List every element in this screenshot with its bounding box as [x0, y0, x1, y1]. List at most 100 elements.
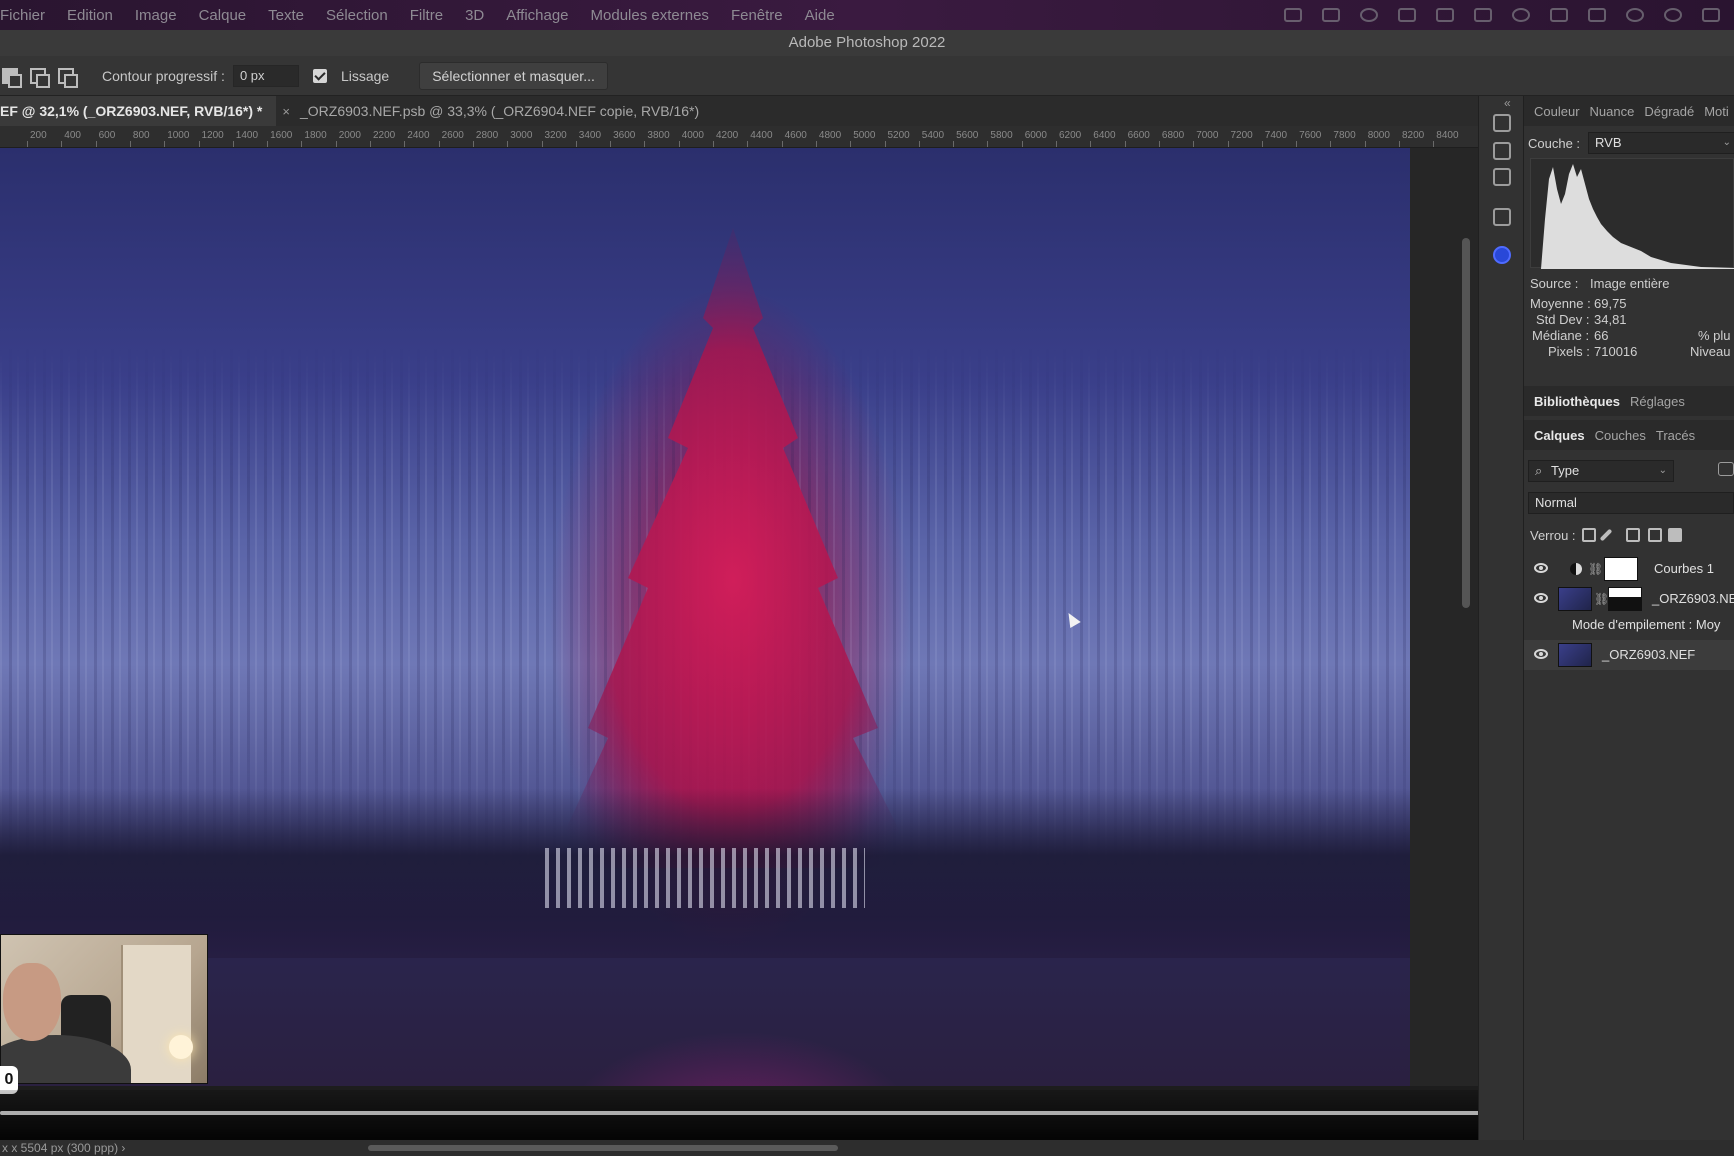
- menu-modules-externes[interactable]: Modules externes: [591, 7, 709, 24]
- layer-thumbnail[interactable]: [1558, 587, 1592, 611]
- eye-icon[interactable]: [1534, 563, 1548, 573]
- ruler-tick-mark: [541, 141, 543, 147]
- tab-calques[interactable]: Calques: [1534, 428, 1585, 443]
- layer-name[interactable]: _ORZ6903.NEF: [1602, 647, 1695, 662]
- layer-row[interactable]: ⛓ _ORZ6903.NE: [1524, 584, 1734, 614]
- ruler-tick-mark: [781, 141, 783, 147]
- ruler-tick-mark: [1296, 141, 1298, 147]
- hand-icon[interactable]: [1493, 142, 1511, 160]
- grid-icon[interactable]: [1474, 8, 1492, 22]
- lock-position-icon[interactable]: [1626, 528, 1640, 542]
- menu-filtre[interactable]: Filtre: [410, 7, 443, 24]
- tab-traces[interactable]: Tracés: [1656, 428, 1695, 443]
- lock-transparency-icon[interactable]: [1582, 528, 1596, 542]
- ruler-tick-label: 1400: [235, 130, 259, 141]
- color-panel-tabs: Couleur Nuance Dégradé Moti: [1524, 96, 1734, 126]
- tab-motif[interactable]: Moti: [1704, 104, 1729, 119]
- new-selection-icon[interactable]: [2, 67, 22, 88]
- antialias-checkbox[interactable]: [312, 68, 327, 83]
- horizontal-scrollbar[interactable]: [368, 1145, 838, 1151]
- histogram-icon[interactable]: [1493, 246, 1511, 264]
- comment-icon[interactable]: [1493, 168, 1511, 186]
- subtract-selection-icon[interactable]: [58, 67, 78, 88]
- user-icon[interactable]: [1436, 8, 1454, 22]
- status-chevron-icon[interactable]: ›: [121, 1141, 125, 1155]
- eye-icon[interactable]: [1534, 649, 1548, 659]
- tab-degrade[interactable]: Dégradé: [1644, 104, 1694, 119]
- ruler-tick-label: 5600: [956, 130, 979, 141]
- collapse-panels-icon[interactable]: «: [1504, 96, 1511, 110]
- ruler-tick-label: 800: [132, 130, 150, 141]
- canvas-area[interactable]: [0, 148, 1478, 1086]
- add-selection-icon[interactable]: [30, 67, 50, 88]
- tab-couleur[interactable]: Couleur: [1534, 104, 1580, 119]
- close-icon[interactable]: ×: [276, 104, 300, 119]
- status-bar: x x 5504 px (300 ppp) ›: [0, 1140, 1734, 1156]
- video-progress-bar[interactable]: [0, 1111, 1668, 1115]
- menu-aide[interactable]: Aide: [805, 7, 835, 24]
- source-value[interactable]: Image entière: [1590, 276, 1670, 291]
- layer-filter-select[interactable]: ⌕ Type ⌄: [1528, 460, 1674, 482]
- layer-name[interactable]: Courbes 1: [1654, 561, 1714, 576]
- control-center-icon[interactable]: [1702, 8, 1720, 22]
- screen-record-icon[interactable]: [1284, 8, 1302, 22]
- dropbox-icon[interactable]: [1398, 8, 1416, 22]
- headphones-icon[interactable]: [1512, 8, 1530, 22]
- adjustments-icon[interactable]: [1493, 208, 1511, 226]
- webcam-door: [121, 945, 191, 1083]
- layer-row[interactable]: ⛓ Courbes 1: [1524, 554, 1734, 584]
- battery-icon[interactable]: [1588, 8, 1606, 22]
- select-and-mask-button[interactable]: Sélectionner et masquer...: [419, 61, 608, 90]
- ruler-tick-label: 4200: [716, 130, 739, 141]
- lock-artboard-icon[interactable]: [1648, 528, 1662, 542]
- panel-toolstrip: [1478, 96, 1524, 1140]
- layer-mask-thumbnail[interactable]: [1604, 557, 1638, 581]
- tab-document-1[interactable]: EF @ 32,1% (_ORZ6903.NEF, RVB/16*) *: [0, 96, 277, 126]
- history-icon[interactable]: [1493, 114, 1511, 132]
- webcam-person-head: [3, 963, 61, 1041]
- ruler-tick-mark: [884, 141, 886, 147]
- histogram: [1530, 158, 1734, 269]
- menu-edition[interactable]: Edition: [67, 7, 113, 24]
- ruler-tick-mark: [472, 141, 474, 147]
- layer-thumbnail[interactable]: [1558, 643, 1592, 667]
- menu-3d[interactable]: 3D: [465, 7, 484, 24]
- image-filter-icon[interactable]: [1718, 462, 1734, 476]
- stat-percentile-label: % plu: [1698, 328, 1731, 343]
- tab-document-2[interactable]: _ORZ6903.NEF.psb @ 33,3% (_ORZ6904.NEF c…: [300, 96, 713, 126]
- ruler-tick-mark: [1227, 141, 1229, 147]
- tab-nuance[interactable]: Nuance: [1590, 104, 1635, 119]
- menu-fenetre[interactable]: Fenêtre: [731, 7, 783, 24]
- document-image[interactable]: [0, 148, 1410, 1086]
- menu-fichier[interactable]: Fichier: [0, 7, 45, 24]
- tab-couches[interactable]: Couches: [1595, 428, 1646, 443]
- bluetooth-icon[interactable]: [1550, 8, 1568, 22]
- layer-mask-thumbnail[interactable]: [1608, 587, 1642, 611]
- stat-mean-label: Moyenne :: [1530, 296, 1591, 311]
- menu-texte[interactable]: Texte: [268, 7, 304, 24]
- ruler-tick-mark: [95, 141, 97, 147]
- lock-all-icon[interactable]: [1668, 528, 1682, 542]
- clipboard-icon[interactable]: [1322, 8, 1340, 22]
- tab-bibliotheques[interactable]: Bibliothèques: [1534, 394, 1620, 409]
- feather-input[interactable]: 0 px: [232, 64, 299, 87]
- tab-reglages[interactable]: Réglages: [1630, 394, 1685, 409]
- vertical-scrollbar[interactable]: [1462, 238, 1470, 608]
- layer-row[interactable]: _ORZ6903.NEF: [1524, 640, 1734, 670]
- right-panels: Couleur Nuance Dégradé Moti Couche : RVB…: [1524, 96, 1734, 1140]
- document-tabs: EF @ 32,1% (_ORZ6903.NEF, RVB/16*) * × _…: [0, 96, 1478, 126]
- layer-name[interactable]: _ORZ6903.NE: [1652, 591, 1734, 606]
- menu-calque[interactable]: Calque: [199, 7, 247, 24]
- menu-image[interactable]: Image: [135, 7, 177, 24]
- blend-mode-select[interactable]: Normal: [1528, 492, 1734, 514]
- ruler-tick-mark: [713, 141, 714, 147]
- channel-select[interactable]: RVB ⌄: [1588, 132, 1734, 154]
- eye-icon[interactable]: [1534, 593, 1548, 603]
- creative-cloud-icon[interactable]: [1360, 8, 1378, 22]
- search-icon[interactable]: [1664, 8, 1682, 22]
- ruler-tick-mark: [1021, 141, 1023, 147]
- menu-selection[interactable]: Sélection: [326, 7, 388, 24]
- lock-image-icon[interactable]: [1599, 528, 1613, 542]
- wifi-icon[interactable]: [1626, 8, 1644, 22]
- menu-affichage[interactable]: Affichage: [506, 7, 568, 24]
